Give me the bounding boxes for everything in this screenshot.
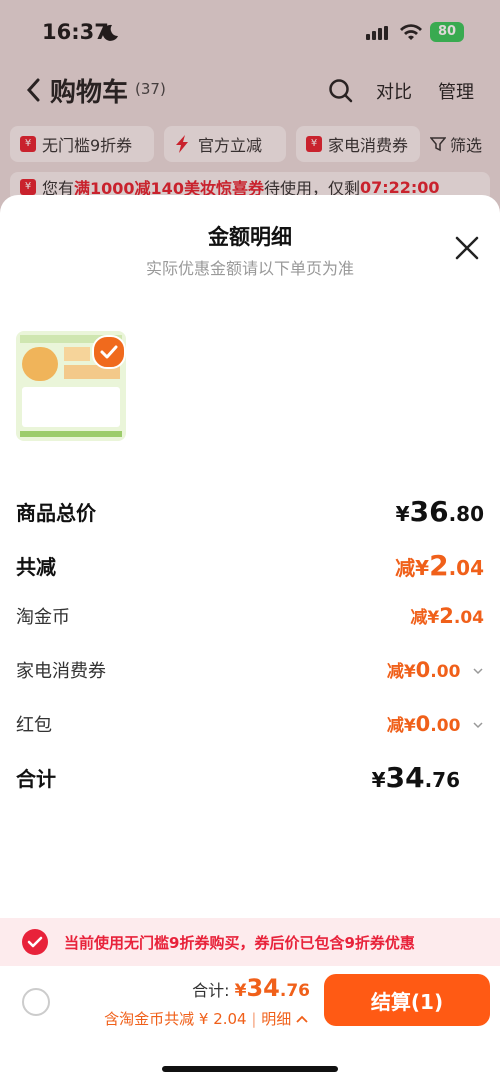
chip-official-discount[interactable]: 官方立减 (164, 126, 286, 162)
row-value: 减¥0.00 (387, 657, 484, 682)
checkout-label: 结算(1) (370, 989, 444, 1014)
discount-text: 含淘金币共减 ¥ 2.04 (104, 1010, 247, 1028)
check-circle-icon (22, 929, 48, 955)
cart-header: 购物车 (37) 对比 管理 (0, 68, 500, 112)
row-grand-total: 合计 ¥34.76 (16, 761, 484, 797)
row-value: ¥36.80 (395, 495, 484, 528)
checkout-button[interactable]: 结算(1) (324, 974, 490, 1026)
total-value: ¥34.76 (234, 974, 310, 1002)
page-title: 购物车 (50, 78, 129, 108)
home-indicator (162, 1066, 338, 1072)
discount-detail-toggle[interactable]: 含淘金币共减 ¥ 2.04 | 明细 (104, 1008, 308, 1029)
wifi-icon (400, 24, 422, 40)
row-label: 商品总价 (16, 501, 96, 525)
total-label: 合计: (192, 981, 230, 1000)
row-value: 减¥0.00 (387, 711, 484, 736)
detail-label: 明细 (261, 1010, 292, 1028)
battery-indicator: 80 (430, 22, 464, 42)
chevron-down-icon[interactable] (472, 665, 484, 677)
selected-check-icon[interactable] (92, 335, 126, 369)
signal-icon (366, 26, 392, 40)
coupon-applied-banner: 当前使用无门槛9折券购买，券后价已包含9折券优惠 (0, 918, 500, 966)
row-label: 红包 (16, 715, 52, 736)
coupon-icon: ¥ (20, 179, 36, 195)
chip-label: 家电消费券 (328, 136, 409, 155)
chip-appliance-coupon[interactable]: ¥ 家电消费券 (296, 126, 420, 162)
moon-icon (102, 24, 118, 41)
coupon-icon: ¥ (306, 136, 322, 152)
sheet-title: 金额明细 (208, 225, 292, 249)
coupon-icon: ¥ (20, 136, 36, 152)
lightning-icon (176, 135, 188, 153)
chevron-up-icon (296, 1015, 308, 1023)
status-time: 16:37 (42, 20, 109, 44)
search-icon[interactable] (328, 78, 354, 104)
row-label: 共减 (16, 555, 56, 579)
manage-button[interactable]: 管理 (438, 78, 474, 104)
checkout-bar: 合计: ¥34.76 含淘金币共减 ¥ 2.04 | 明细 结算(1) (0, 966, 500, 1082)
compare-button[interactable]: 对比 (376, 78, 412, 104)
row-total-discount: 共减 减¥2.04 (16, 549, 484, 585)
chevron-down-icon[interactable] (472, 719, 484, 731)
close-icon[interactable] (454, 235, 480, 261)
row-appliance-coupon[interactable]: 家电消费券 减¥0.00 (16, 657, 484, 687)
status-bar: 16:37 80 (0, 0, 500, 62)
select-all-radio[interactable] (22, 988, 50, 1016)
chip-label: 官方立减 (198, 136, 263, 155)
total-summary: 合计: ¥34.76 (192, 974, 310, 1002)
notice-countdown: 07:22:00 (359, 177, 440, 197)
row-value: ¥34.76 (371, 761, 460, 794)
chip-coupon-90[interactable]: ¥ 无门槛9折券 (10, 126, 154, 162)
filter-label: 筛选 (450, 136, 483, 155)
row-label: 家电消费券 (16, 661, 106, 682)
filter-chips: ¥ 无门槛9折券 官方立减 ¥ 家电消费券 筛选 (10, 126, 500, 162)
cart-count: (37) (135, 80, 166, 98)
row-total-price: 商品总价 ¥36.80 (16, 495, 484, 531)
chip-label: 无门槛9折券 (42, 136, 133, 155)
sheet-subtitle: 实际优惠金额请以下单页为准 (145, 259, 354, 278)
promo-text: 当前使用无门槛9折券购买，券后价已包含9折券优惠 (64, 934, 415, 952)
row-taobao-coins: 淘金币 减¥2.04 (16, 603, 484, 633)
row-red-packet[interactable]: 红包 减¥0.00 (16, 711, 484, 741)
back-arrow-icon[interactable] (24, 77, 44, 103)
row-value: 减¥2.04 (410, 604, 484, 628)
row-label: 淘金币 (16, 607, 70, 628)
row-value: 减¥2.04 (395, 549, 484, 582)
filter-button[interactable]: 筛选 (430, 126, 482, 162)
filter-icon (430, 137, 446, 152)
row-label: 合计 (16, 767, 56, 791)
